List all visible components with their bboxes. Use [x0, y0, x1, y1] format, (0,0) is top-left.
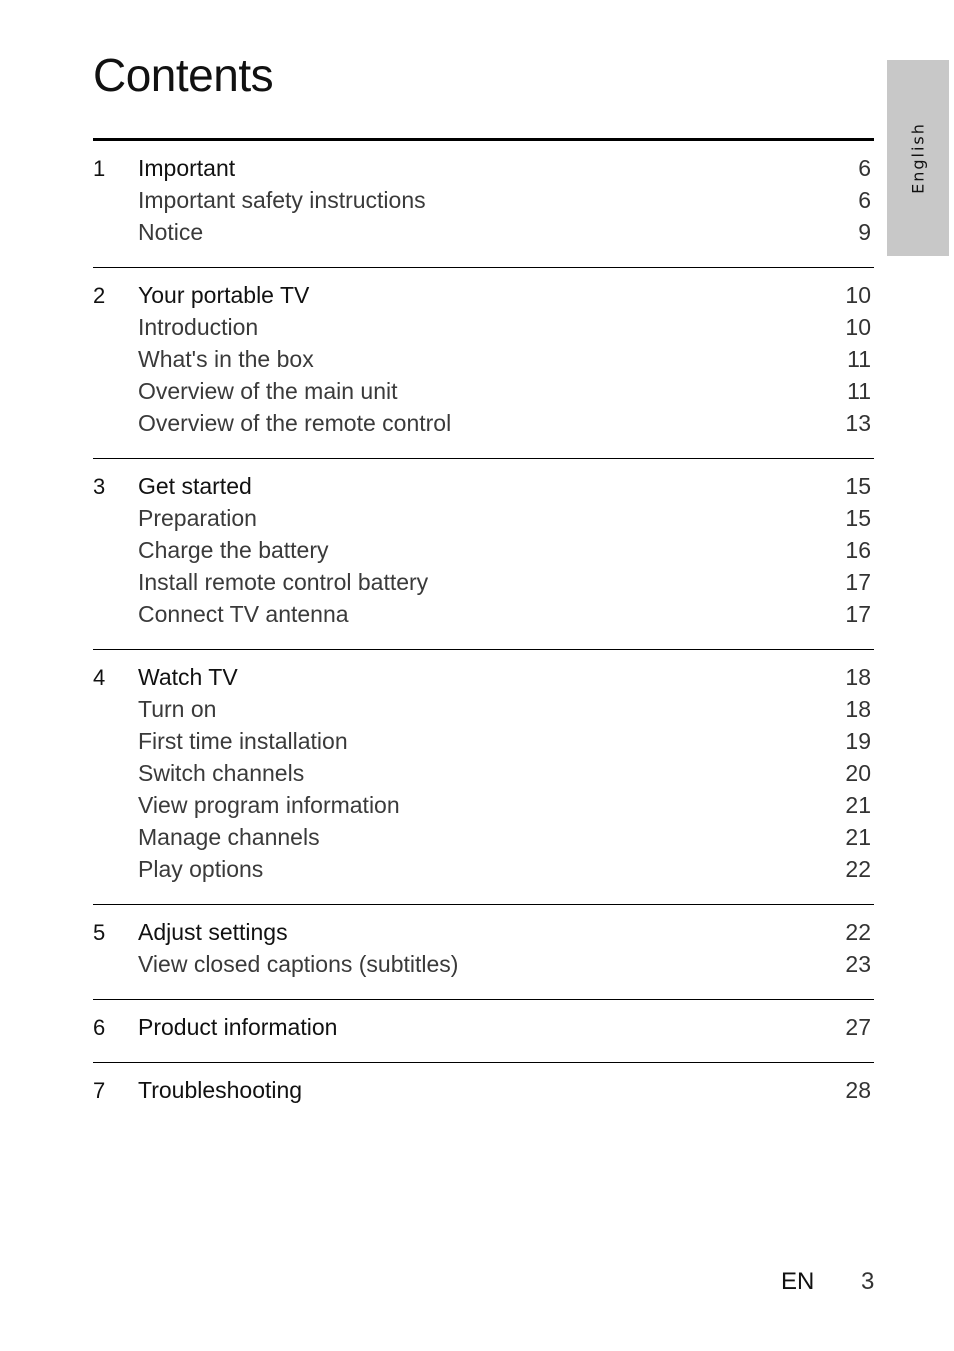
toc-subsection-entry[interactable]: What's in the box 11 [93, 343, 874, 375]
chapter-page-number: 10 [845, 282, 871, 308]
toc-subsection-entry[interactable]: First time installation 19 [93, 725, 874, 757]
toc-subsection-entry[interactable]: View program information 21 [93, 789, 874, 821]
subsection-title: Connect TV antenna [138, 601, 349, 627]
toc-subsection-entry[interactable]: Introduction 10 [93, 311, 874, 343]
chapter-page-number: 28 [845, 1077, 871, 1103]
toc-section: 4 Watch TV 18 Turn on 18 First time installat… [93, 650, 874, 905]
toc-chapter-entry[interactable]: 7 Troubleshooting 28 [93, 1074, 874, 1106]
chapter-number: 4 [93, 665, 106, 690]
footer-language-code: EN [781, 1268, 815, 1295]
page-footer: EN 3 [781, 1268, 874, 1296]
subsection-title: Important safety instructions [138, 187, 426, 213]
subsection-title: Preparation [138, 505, 257, 531]
subsection-title: Introduction [138, 314, 259, 340]
subsection-page-number: 10 [845, 314, 871, 340]
chapter-page-number: 15 [845, 473, 871, 499]
toc-subsection-entry[interactable]: Manage channels 21 [93, 821, 874, 853]
toc-subsection-entry[interactable]: Overview of the remote control 13 [93, 407, 874, 439]
subsection-page-number: 11 [847, 378, 871, 404]
chapter-number: 3 [93, 474, 106, 499]
subsection-page-number: 18 [845, 696, 871, 722]
toc-subsection-entry[interactable]: Switch channels 20 [93, 757, 874, 789]
language-tab: English [887, 60, 949, 256]
subsection-page-number: 17 [845, 601, 871, 627]
subsection-title: View closed captions (subtitles) [138, 951, 459, 977]
chapter-title: Adjust settings [138, 919, 288, 945]
toc-section: 7 Troubleshooting 28 [93, 1063, 874, 1125]
toc-subsection-entry[interactable]: View closed captions (subtitles) 23 [93, 948, 874, 980]
chapter-title: Your portable TV [138, 282, 310, 308]
toc-subsection-entry[interactable]: Important safety instructions 6 [93, 184, 874, 216]
chapter-page-number: 18 [845, 664, 871, 690]
table-of-contents: 1 Important 6 Important safety instructions… [93, 138, 874, 1125]
subsection-page-number: 16 [845, 537, 871, 563]
toc-chapter-entry[interactable]: 4 Watch TV 18 [93, 661, 874, 693]
subsection-page-number: 22 [845, 856, 871, 882]
toc-subsection-entry[interactable]: Connect TV antenna 17 [93, 598, 874, 630]
subsection-title: Switch channels [138, 760, 305, 786]
subsection-page-number: 15 [845, 505, 871, 531]
chapter-page-number: 27 [845, 1014, 871, 1040]
chapter-number: 2 [93, 283, 106, 308]
chapter-title: Watch TV [138, 664, 238, 690]
subsection-page-number: 21 [845, 792, 871, 818]
toc-subsection-entry[interactable]: Install remote control battery 17 [93, 566, 874, 598]
subsection-page-number: 21 [845, 824, 871, 850]
chapter-title: Get started [138, 473, 252, 499]
toc-subsection-entry[interactable]: Turn on 18 [93, 693, 874, 725]
subsection-title: Manage channels [138, 824, 320, 850]
subsection-title: Turn on [138, 696, 217, 722]
toc-subsection-entry[interactable]: Overview of the main unit 11 [93, 375, 874, 407]
chapter-page-number: 6 [858, 155, 871, 181]
toc-section: 5 Adjust settings 22 View closed captions (… [93, 905, 874, 1000]
subsection-title: Notice [138, 219, 204, 245]
subsection-page-number: 20 [845, 760, 871, 786]
chapter-title: Troubleshooting [138, 1077, 303, 1103]
toc-chapter-entry[interactable]: 5 Adjust settings 22 [93, 916, 874, 948]
subsection-title: View program information [138, 792, 400, 818]
subsection-page-number: 19 [845, 728, 871, 754]
toc-chapter-entry[interactable]: 3 Get started 15 [93, 470, 874, 502]
chapter-number: 6 [93, 1015, 106, 1040]
subsection-title: Install remote control battery [138, 569, 429, 595]
page-title: Contents [93, 49, 274, 101]
toc-chapter-entry[interactable]: 1 Important 6 [93, 152, 874, 184]
subsection-page-number: 9 [858, 219, 871, 245]
toc-section: 2 Your portable TV 10 Introduction 10 What's … [93, 268, 874, 459]
subsection-page-number: 23 [845, 951, 871, 977]
toc-subsection-entry[interactable]: Play options 22 [93, 853, 874, 885]
chapter-page-number: 22 [845, 919, 871, 945]
toc-chapter-entry[interactable]: 2 Your portable TV 10 [93, 279, 874, 311]
subsection-title: First time installation [138, 728, 348, 754]
toc-chapter-entry[interactable]: 6 Product information 27 [93, 1011, 874, 1043]
subsection-title: Overview of the remote control [138, 410, 452, 436]
toc-section: 3 Get started 15 Preparation 15 Charge the ba… [93, 459, 874, 650]
chapter-number: 7 [93, 1078, 106, 1103]
subsection-page-number: 17 [845, 569, 871, 595]
chapter-number: 5 [93, 920, 106, 945]
toc-subsection-entry[interactable]: Charge the battery 16 [93, 534, 874, 566]
toc-subsection-entry[interactable]: Preparation 15 [93, 502, 874, 534]
language-tab-label: English [908, 122, 928, 194]
subsection-title: What's in the box [138, 346, 314, 372]
subsection-title: Overview of the main unit [138, 378, 398, 404]
toc-section: 6 Product information 27 [93, 1000, 874, 1063]
footer-page-number: 3 [861, 1268, 875, 1295]
subsection-page-number: 13 [845, 410, 871, 436]
subsection-page-number: 11 [847, 346, 871, 372]
chapter-title: Product information [138, 1014, 338, 1040]
subsection-title: Play options [138, 856, 264, 882]
chapter-number: 1 [93, 156, 106, 181]
toc-subsection-entry[interactable]: Notice 9 [93, 216, 874, 248]
toc-section: 1 Important 6 Important safety instructions… [93, 141, 874, 268]
subsection-page-number: 6 [858, 187, 871, 213]
subsection-title: Charge the battery [138, 537, 329, 563]
chapter-title: Important [138, 155, 236, 181]
